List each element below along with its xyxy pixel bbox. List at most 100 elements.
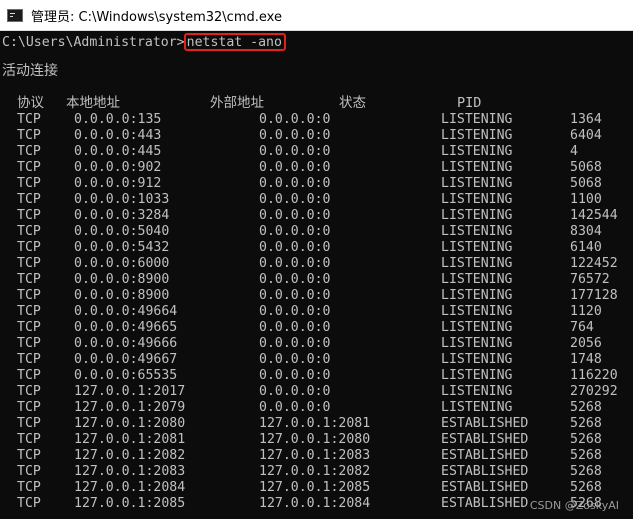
row-foreign-address: 0.0.0.0:0 bbox=[259, 336, 331, 351]
row-state: ESTABLISHED bbox=[441, 480, 529, 495]
row-pid: 8304 bbox=[570, 224, 602, 239]
row-local-address: 0.0.0.0:49665 bbox=[74, 320, 178, 335]
row-foreign-address: 0.0.0.0:0 bbox=[259, 304, 331, 319]
prompt-path: C:\Users\Administrator> bbox=[2, 35, 185, 50]
row-pid: 5068 bbox=[570, 176, 602, 191]
row-state: LISTENING bbox=[441, 160, 513, 175]
row-state: ESTABLISHED bbox=[441, 432, 529, 447]
row-pid: 270292 bbox=[570, 384, 618, 399]
row-state: LISTENING bbox=[441, 176, 513, 191]
row-local-address: 127.0.0.1:2083 bbox=[74, 464, 186, 479]
row-state: LISTENING bbox=[441, 208, 513, 223]
row-proto: TCP bbox=[17, 384, 41, 399]
row-local-address: 127.0.0.1:2082 bbox=[74, 448, 186, 463]
row-foreign-address: 0.0.0.0:0 bbox=[259, 112, 331, 127]
row-foreign-address: 0.0.0.0:0 bbox=[259, 288, 331, 303]
row-pid: 177128 bbox=[570, 288, 618, 303]
row-proto: TCP bbox=[17, 288, 41, 303]
row-local-address: 127.0.0.1:2079 bbox=[74, 400, 186, 415]
row-pid: 5068 bbox=[570, 160, 602, 175]
row-pid: 5268 bbox=[570, 448, 602, 463]
row-state: ESTABLISHED bbox=[441, 448, 529, 463]
row-pid: 5268 bbox=[570, 480, 602, 495]
row-proto: TCP bbox=[17, 464, 41, 479]
row-state: LISTENING bbox=[441, 112, 513, 127]
table-row: TCP 0.0.0.0:49666 0.0.0.0:0 LISTENING 2056 bbox=[0, 336, 633, 352]
row-local-address: 127.0.0.1:2085 bbox=[74, 496, 186, 511]
row-state: LISTENING bbox=[441, 336, 513, 351]
table-row: TCP 0.0.0.0:902 0.0.0.0:0 LISTENING 5068 bbox=[0, 160, 633, 176]
row-pid: 122452 bbox=[570, 256, 618, 271]
row-foreign-address: 127.0.0.1:2085 bbox=[259, 480, 371, 495]
row-foreign-address: 0.0.0.0:0 bbox=[259, 400, 331, 415]
cmd-window: 管理员: C:\Windows\system32\cmd.exe C:\User… bbox=[0, 0, 633, 519]
row-state: LISTENING bbox=[441, 368, 513, 383]
table-row: TCP 127.0.0.1:2084 127.0.0.1:2085 ESTABLISH… bbox=[0, 480, 633, 496]
row-local-address: 0.0.0.0:5432 bbox=[74, 240, 170, 255]
row-pid: 142544 bbox=[570, 208, 618, 223]
table-row: TCP 0.0.0.0:65535 0.0.0.0:0 LISTENING 116220 bbox=[0, 368, 633, 384]
table-row: TCP 127.0.0.1:2083 127.0.0.1:2082 ESTABLISH… bbox=[0, 464, 633, 480]
row-proto: TCP bbox=[17, 160, 41, 175]
row-proto: TCP bbox=[17, 176, 41, 191]
row-local-address: 0.0.0.0:49666 bbox=[74, 336, 178, 351]
table-row: TCP 0.0.0.0:49667 0.0.0.0:0 LISTENING 1748 bbox=[0, 352, 633, 368]
row-proto: TCP bbox=[17, 240, 41, 255]
row-local-address: 127.0.0.1:2081 bbox=[74, 432, 186, 447]
connection-table: TCP 0.0.0.0:135 0.0.0.0:0 LISTENING 1364 TCP 0… bbox=[0, 112, 633, 512]
row-pid: 2056 bbox=[570, 336, 602, 351]
row-state: LISTENING bbox=[441, 144, 513, 159]
table-row: TCP 0.0.0.0:135 0.0.0.0:0 LISTENING 1364 bbox=[0, 112, 633, 128]
table-row: TCP 127.0.0.1:2081 127.0.0.1:2080 ESTABLISH… bbox=[0, 432, 633, 448]
row-foreign-address: 127.0.0.1:2082 bbox=[259, 464, 371, 479]
row-pid: 1748 bbox=[570, 352, 602, 367]
row-proto: TCP bbox=[17, 416, 41, 431]
command-highlight: netstat -ano bbox=[183, 33, 286, 51]
command-text: netstat -ano bbox=[186, 35, 282, 50]
row-proto: TCP bbox=[17, 320, 41, 335]
row-proto: TCP bbox=[17, 128, 41, 143]
table-row: TCP 0.0.0.0:445 0.0.0.0:0 LISTENING 4 bbox=[0, 144, 633, 160]
row-pid: 5268 bbox=[570, 464, 602, 479]
row-local-address: 0.0.0.0:135 bbox=[74, 112, 162, 127]
col-header-proto: 协议 bbox=[17, 95, 44, 111]
row-foreign-address: 127.0.0.1:2080 bbox=[259, 432, 371, 447]
table-row: TCP 0.0.0.0:1033 0.0.0.0:0 LISTENING 1100 bbox=[0, 192, 633, 208]
row-local-address: 0.0.0.0:1033 bbox=[74, 192, 170, 207]
title-bar[interactable]: 管理员: C:\Windows\system32\cmd.exe bbox=[0, 0, 633, 31]
table-row: TCP 0.0.0.0:3284 0.0.0.0:0 LISTENING 142544 bbox=[0, 208, 633, 224]
table-row: TCP 127.0.0.1:2082 127.0.0.1:2083 ESTABLISH… bbox=[0, 448, 633, 464]
table-row: TCP 127.0.0.1:2017 0.0.0.0:0 LISTENING 27029… bbox=[0, 384, 633, 400]
row-proto: TCP bbox=[17, 256, 41, 271]
row-state: LISTENING bbox=[441, 304, 513, 319]
row-foreign-address: 0.0.0.0:0 bbox=[259, 352, 331, 367]
table-row: TCP 0.0.0.0:8900 0.0.0.0:0 LISTENING 177128 bbox=[0, 288, 633, 304]
row-pid: 5268 bbox=[570, 416, 602, 431]
console-output[interactable]: C:\Users\Administrator> netstat -ano 活动连接… bbox=[0, 31, 633, 519]
table-row: TCP 0.0.0.0:49664 0.0.0.0:0 LISTENING 1120 bbox=[0, 304, 633, 320]
col-header-local: 本地地址 bbox=[66, 95, 120, 111]
row-state: LISTENING bbox=[441, 288, 513, 303]
row-local-address: 127.0.0.1:2017 bbox=[74, 384, 186, 399]
row-pid: 5268 bbox=[570, 400, 602, 415]
row-state: LISTENING bbox=[441, 224, 513, 239]
row-state: LISTENING bbox=[441, 256, 513, 271]
col-header-foreign: 外部地址 bbox=[210, 95, 264, 111]
row-local-address: 0.0.0.0:5040 bbox=[74, 224, 170, 239]
col-header-state: 状态 bbox=[339, 95, 366, 111]
row-foreign-address: 0.0.0.0:0 bbox=[259, 192, 331, 207]
row-local-address: 0.0.0.0:445 bbox=[74, 144, 162, 159]
row-foreign-address: 0.0.0.0:0 bbox=[259, 272, 331, 287]
table-row: TCP 0.0.0.0:6000 0.0.0.0:0 LISTENING 122452 bbox=[0, 256, 633, 272]
row-state: LISTENING bbox=[441, 384, 513, 399]
row-foreign-address: 127.0.0.1:2083 bbox=[259, 448, 371, 463]
row-local-address: 0.0.0.0:8900 bbox=[74, 288, 170, 303]
row-proto: TCP bbox=[17, 112, 41, 127]
row-proto: TCP bbox=[17, 336, 41, 351]
row-local-address: 0.0.0.0:912 bbox=[74, 176, 162, 191]
row-state: ESTABLISHED bbox=[441, 496, 529, 511]
cmd-console-icon bbox=[7, 8, 23, 22]
row-state: LISTENING bbox=[441, 352, 513, 367]
row-state: LISTENING bbox=[441, 128, 513, 143]
row-proto: TCP bbox=[17, 224, 41, 239]
